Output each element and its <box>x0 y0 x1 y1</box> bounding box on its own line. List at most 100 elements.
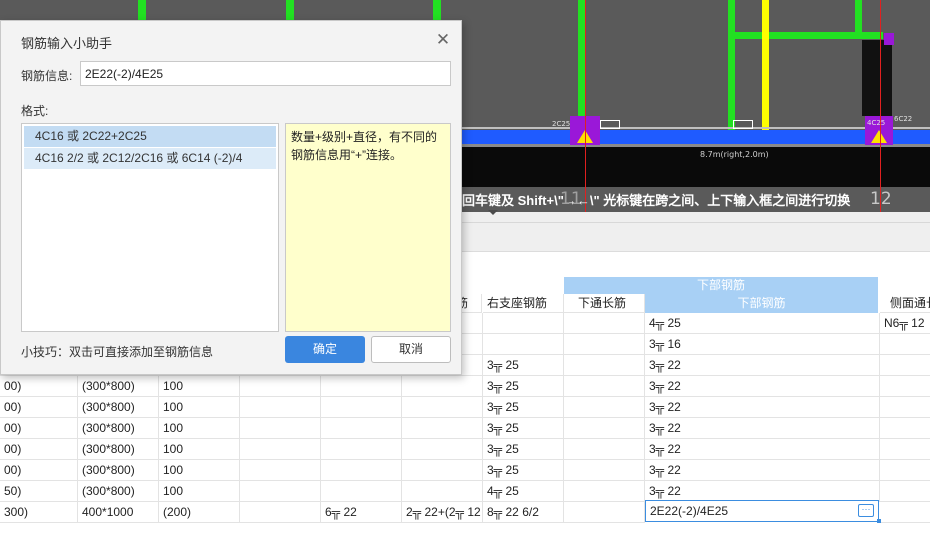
format-item[interactable]: 4C16 2/2 或 2C12/2C16 或 6C14 (-2)/4 <box>24 148 276 169</box>
table-cell[interactable] <box>880 460 930 481</box>
table-cell[interactable] <box>880 334 930 355</box>
table-cell[interactable] <box>240 439 321 460</box>
table-cell[interactable]: 3╦ 22 <box>645 355 880 376</box>
table-cell[interactable]: 3╦ 25 <box>483 460 564 481</box>
table-cell[interactable]: (300*800) <box>78 460 159 481</box>
green-beam <box>733 32 883 39</box>
table-cell[interactable]: (200) <box>159 502 240 523</box>
table-cell[interactable]: (300*800) <box>78 376 159 397</box>
table-cell[interactable] <box>564 439 645 460</box>
table-cell[interactable] <box>240 502 321 523</box>
table-cell[interactable]: 3╦ 25 <box>483 376 564 397</box>
table-cell[interactable] <box>402 481 483 502</box>
table-cell[interactable] <box>240 376 321 397</box>
table-cell[interactable] <box>321 418 402 439</box>
table-cell[interactable] <box>240 397 321 418</box>
close-icon[interactable]: ✕ <box>433 31 453 51</box>
rebar-info-input[interactable] <box>80 61 451 86</box>
table-cell[interactable] <box>402 439 483 460</box>
format-item[interactable]: 4C16 或 2C22+2C25 <box>24 126 276 147</box>
table-cell[interactable] <box>880 502 930 523</box>
table-cell[interactable] <box>880 439 930 460</box>
table-cell[interactable]: 2╦ 22+(2╦ 12 <box>402 502 483 523</box>
partial-label: i <box>452 277 562 294</box>
table-cell[interactable] <box>402 418 483 439</box>
table-cell[interactable]: 100 <box>159 418 240 439</box>
table-cell[interactable]: 100 <box>159 481 240 502</box>
table-cell[interactable]: 100 <box>159 376 240 397</box>
cancel-button[interactable]: 取消 <box>371 336 451 363</box>
column-header[interactable]: 右支座钢筋 <box>483 294 564 313</box>
table-cell[interactable]: 00) <box>0 460 78 481</box>
table-cell[interactable]: (300*800) <box>78 481 159 502</box>
table-cell[interactable]: (300*800) <box>78 439 159 460</box>
format-list[interactable]: 4C16 或 2C22+2C25 4C16 2/2 或 2C12/2C16 或 … <box>21 123 279 332</box>
table-cell[interactable] <box>321 439 402 460</box>
table-cell[interactable] <box>564 334 645 355</box>
table-cell[interactable] <box>564 313 645 334</box>
table-cell[interactable]: 3╦ 22 <box>645 460 880 481</box>
table-cell[interactable]: 3╦ 16 <box>645 334 880 355</box>
table-cell[interactable] <box>321 376 402 397</box>
table-cell[interactable]: 3╦ 22 <box>645 376 880 397</box>
table-cell[interactable] <box>880 397 930 418</box>
table-cell[interactable] <box>240 481 321 502</box>
table-cell[interactable]: 400*1000 <box>78 502 159 523</box>
table-cell[interactable]: 6╦ 22 <box>321 502 402 523</box>
table-cell[interactable]: 3╦ 22 <box>645 418 880 439</box>
axis-number: 12 <box>870 189 892 209</box>
table-cell[interactable] <box>564 460 645 481</box>
table-cell[interactable] <box>564 397 645 418</box>
table-cell[interactable] <box>402 376 483 397</box>
table-cell[interactable] <box>880 418 930 439</box>
table-cell[interactable]: (300*800) <box>78 418 159 439</box>
selection-handle[interactable] <box>877 519 881 523</box>
column-header[interactable]: 下通长筋 <box>564 294 645 313</box>
table-cell[interactable]: 50) <box>0 481 78 502</box>
table-cell[interactable]: N6╦ 12 <box>880 313 930 334</box>
table-cell[interactable] <box>880 481 930 502</box>
more-icon[interactable]: ··· <box>858 504 874 517</box>
column-header[interactable]: 侧面通长 <box>880 294 930 313</box>
table-cell[interactable] <box>240 460 321 481</box>
table-cell[interactable] <box>402 460 483 481</box>
rebar-edit-cell[interactable]: 2E22(-2)/4E25 ··· <box>645 500 879 522</box>
table-cell[interactable]: 00) <box>0 376 78 397</box>
table-cell[interactable]: 3╦ 25 <box>483 439 564 460</box>
table-cell[interactable]: 4╦ 25 <box>645 313 880 334</box>
table-cell[interactable]: 00) <box>0 418 78 439</box>
dimension-box <box>733 120 753 129</box>
table-cell[interactable]: 4╦ 25 <box>483 481 564 502</box>
table-cell[interactable] <box>564 481 645 502</box>
table-cell[interactable] <box>483 334 564 355</box>
table-cell[interactable]: 3╦ 22 <box>645 397 880 418</box>
table-cell[interactable] <box>321 397 402 418</box>
table-cell[interactable] <box>321 460 402 481</box>
table-cell[interactable]: 00) <box>0 439 78 460</box>
table-cell[interactable] <box>564 502 645 523</box>
table-cell[interactable]: 3╦ 22 <box>645 481 880 502</box>
table-cell[interactable]: 300) <box>0 502 78 523</box>
table-cell[interactable] <box>564 355 645 376</box>
table-cell[interactable]: 3╦ 25 <box>483 418 564 439</box>
table-cell[interactable]: 8╦ 22 6/2 <box>483 502 564 523</box>
table-cell[interactable] <box>402 397 483 418</box>
ok-button[interactable]: 确定 <box>285 336 365 363</box>
table-cell[interactable]: 100 <box>159 460 240 481</box>
table-cell[interactable]: 3╦ 25 <box>483 397 564 418</box>
table-cell[interactable]: 3╦ 22 <box>645 439 880 460</box>
table-cell[interactable] <box>240 418 321 439</box>
table-cell[interactable]: (300*800) <box>78 397 159 418</box>
table-cell[interactable]: 100 <box>159 439 240 460</box>
table-cell[interactable] <box>880 355 930 376</box>
table-cell[interactable]: 3╦ 25 <box>483 355 564 376</box>
table-cell[interactable] <box>564 418 645 439</box>
table-cell[interactable] <box>483 313 564 334</box>
table-cell[interactable]: 100 <box>159 397 240 418</box>
column-header[interactable]: 下部钢筋 <box>645 294 879 313</box>
table-cell[interactable] <box>880 376 930 397</box>
table-cell[interactable]: 00) <box>0 397 78 418</box>
splitter-caret-icon[interactable] <box>488 210 498 215</box>
table-cell[interactable] <box>321 481 402 502</box>
table-cell[interactable] <box>564 376 645 397</box>
